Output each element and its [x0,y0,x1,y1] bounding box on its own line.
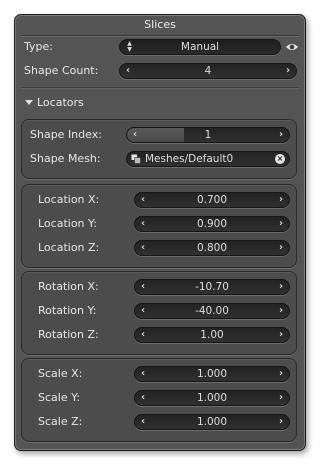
shape-mesh-field[interactable]: Meshes/Default0 × [126,151,290,167]
location-y-row: Location Y: ‹ 0.900 › [22,215,296,233]
location-group: Location X: ‹ 0.700 › Location Y: ‹ 0.90… [21,184,297,268]
rotation-y-row: Rotation Y: ‹ -40.00 › [22,302,296,320]
rotation-x-value: -10.70 [195,281,229,293]
rotation-y-value: -40.00 [195,305,229,317]
increment-arrow-icon[interactable]: › [275,128,287,142]
rotation-z-value: 1.00 [200,329,224,341]
type-dropdown[interactable]: ▲ ▼ Manual [119,39,281,55]
mesh-icon [131,154,141,164]
type-value: Manual [180,41,220,53]
scale-z-stepper[interactable]: ‹ 1.000 › [134,414,290,430]
increment-arrow-icon[interactable]: › [275,280,287,294]
shape-count-stepper[interactable]: ‹ 4 › [119,63,297,79]
location-y-label: Location Y: [38,217,97,230]
shape-index-slider[interactable]: ‹ 1 › [126,127,290,143]
rotation-x-stepper[interactable]: ‹ -10.70 › [134,279,290,295]
location-y-value: 0.900 [196,218,228,230]
shape-count-value: 4 [204,65,212,77]
increment-arrow-icon[interactable]: › [275,367,287,381]
clear-icon[interactable]: × [275,154,285,164]
rotation-y-label: Rotation Y: [38,304,97,317]
shape-mesh-value: Meshes/Default0 [145,153,234,165]
shape-index-value: 1 [204,129,212,141]
rotation-z-row: Rotation Z: ‹ 1.00 › [22,326,296,344]
location-z-row: Location Z: ‹ 0.800 › [22,239,296,257]
rotation-group: Rotation X: ‹ -10.70 › Rotation Y: ‹ -40… [21,271,297,355]
shape-group: Shape Index: ‹ 1 › Shape Mesh: Meshes/De… [21,119,297,179]
increment-arrow-icon[interactable]: › [275,193,287,207]
eye-icon[interactable] [285,40,299,54]
increment-arrow-icon[interactable]: › [275,304,287,318]
type-row: Type: ▲ ▼ Manual [15,38,305,56]
increment-arrow-icon[interactable]: › [282,64,294,78]
location-x-stepper[interactable]: ‹ 0.700 › [134,192,290,208]
panel-title: Slices [144,18,176,31]
section-divider [21,87,299,89]
shape-mesh-label: Shape Mesh: [30,152,101,165]
rotation-z-stepper[interactable]: ‹ 1.00 › [134,327,290,343]
scale-z-row: Scale Z: ‹ 1.000 › [22,413,296,431]
collapse-triangle-icon [25,100,33,105]
location-z-stepper[interactable]: ‹ 0.800 › [134,240,290,256]
scale-y-label: Scale Y: [38,391,81,404]
location-x-value: 0.700 [196,194,228,206]
rotation-x-label: Rotation X: [38,280,99,293]
increment-arrow-icon[interactable]: › [275,241,287,255]
location-y-stepper[interactable]: ‹ 0.900 › [134,216,290,232]
location-z-value: 0.800 [196,242,228,254]
locators-header[interactable]: Locators [25,95,84,111]
shape-index-row: Shape Index: ‹ 1 › [22,126,296,144]
shape-count-label: Shape Count: [24,64,99,77]
locators-label: Locators [37,96,84,109]
location-x-label: Location X: [38,193,100,206]
rotation-x-row: Rotation X: ‹ -10.70 › [22,278,296,296]
rotation-z-label: Rotation Z: [38,328,99,341]
rotation-y-stepper[interactable]: ‹ -40.00 › [134,303,290,319]
scale-x-label: Scale X: [38,367,83,380]
increment-arrow-icon[interactable]: › [275,328,287,342]
scale-y-stepper[interactable]: ‹ 1.000 › [134,390,290,406]
title-divider [21,35,299,37]
scale-group: Scale X: ‹ 1.000 › Scale Y: ‹ 1.000 › Sc… [21,358,297,442]
scale-z-value: 1.000 [196,416,228,428]
shape-mesh-row: Shape Mesh: Meshes/Default0 × [22,150,296,168]
increment-arrow-icon[interactable]: › [275,217,287,231]
location-z-label: Location Z: [38,241,100,254]
scale-y-row: Scale Y: ‹ 1.000 › [22,389,296,407]
increment-arrow-icon[interactable]: › [275,391,287,405]
increment-arrow-icon[interactable]: › [275,415,287,429]
scale-z-label: Scale Z: [38,415,83,428]
shape-index-label: Shape Index: [30,128,102,141]
scale-x-value: 1.000 [196,368,228,380]
slices-panel: Slices Type: ▲ ▼ Manual Shape Count: ‹ 4 … [14,14,306,451]
location-x-row: Location X: ‹ 0.700 › [22,191,296,209]
scale-y-value: 1.000 [196,392,228,404]
scale-x-row: Scale X: ‹ 1.000 › [22,365,296,383]
scale-x-stepper[interactable]: ‹ 1.000 › [134,366,290,382]
type-label: Type: [24,40,53,53]
shape-count-row: Shape Count: ‹ 4 › [15,62,305,80]
